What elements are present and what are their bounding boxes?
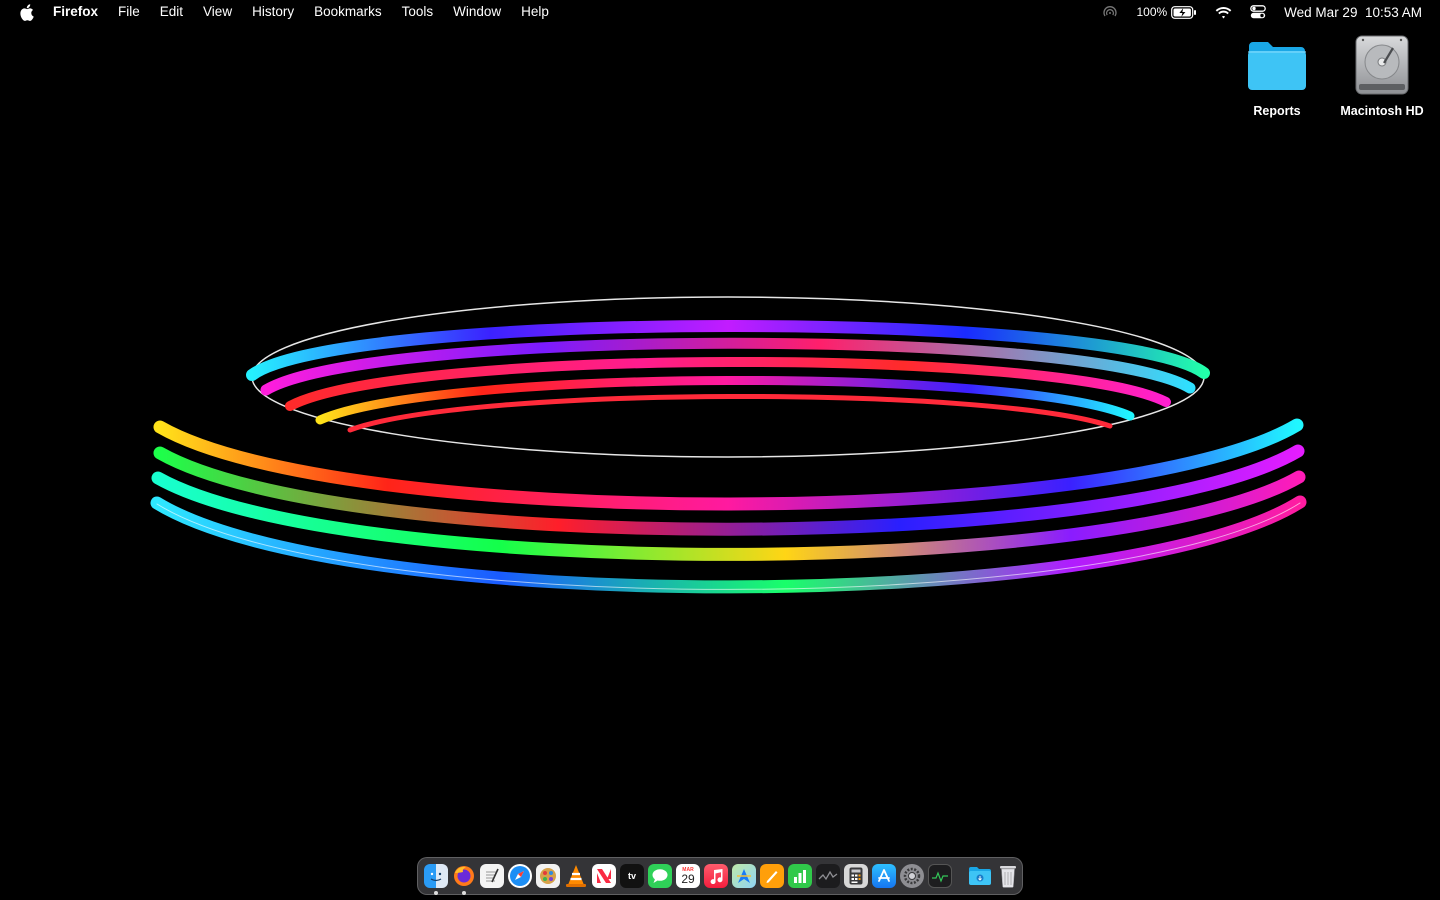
stocks-icon	[816, 864, 840, 888]
menu-window[interactable]: Window	[443, 0, 511, 24]
gear-icon	[900, 864, 924, 888]
menu-help[interactable]: Help	[511, 0, 559, 24]
wallpaper-rings	[140, 270, 1320, 640]
numbers-icon	[788, 864, 812, 888]
desktop-icon-reports[interactable]: Reports	[1227, 32, 1327, 118]
trash-icon	[996, 864, 1020, 888]
running-indicator	[462, 891, 466, 895]
menu-bar-status: 100% Wed Mar 29 10:53 AM	[1093, 0, 1440, 24]
desktop-icon-label: Reports	[1253, 104, 1301, 118]
photo-booth-icon	[536, 864, 560, 888]
dock-firefox[interactable]	[450, 862, 478, 895]
menu-edit[interactable]: Edit	[150, 0, 193, 24]
menu-bar-clock[interactable]: Wed Mar 29 10:53 AM	[1275, 0, 1440, 24]
downloads-folder-icon	[968, 864, 992, 888]
dock-calculator[interactable]	[842, 862, 870, 890]
safari-icon	[508, 864, 532, 888]
menu-file[interactable]: File	[108, 0, 150, 24]
dock-maps[interactable]	[730, 862, 758, 890]
firefox-icon	[452, 864, 476, 888]
dock-trash[interactable]	[994, 862, 1022, 890]
airdrop-icon[interactable]	[1093, 0, 1127, 24]
dock-vlc[interactable]	[562, 862, 590, 890]
dock-activity-monitor[interactable]	[926, 862, 954, 890]
dock-finder[interactable]	[422, 862, 450, 895]
menu-bookmarks[interactable]: Bookmarks	[304, 0, 392, 24]
control-center-icon[interactable]	[1241, 0, 1275, 24]
tv-label: tv	[627, 871, 636, 881]
maps-icon	[732, 864, 756, 888]
dock: tv MAR 29	[417, 857, 1023, 895]
dock-music[interactable]	[702, 862, 730, 890]
dock-app-store[interactable]	[870, 862, 898, 890]
menu-history[interactable]: History	[242, 0, 304, 24]
calendar-icon: MAR 29	[676, 864, 700, 888]
dock-calendar[interactable]: MAR 29	[674, 862, 702, 890]
desktop-icon-macintosh-hd[interactable]: Macintosh HD	[1332, 32, 1432, 118]
dock-safari[interactable]	[506, 862, 534, 890]
hard-drive-icon	[1332, 32, 1432, 98]
menu-tools[interactable]: Tools	[392, 0, 444, 24]
news-icon	[592, 864, 616, 888]
music-icon	[704, 864, 728, 888]
dock-news[interactable]	[590, 862, 618, 890]
apple-menu-icon[interactable]	[0, 0, 52, 24]
apple-tv-icon: tv	[620, 864, 644, 888]
activity-monitor-icon	[928, 864, 952, 888]
battery-charging-icon	[1171, 5, 1197, 19]
calendar-day: 29	[681, 871, 695, 886]
running-indicator	[434, 891, 438, 895]
dock-system-preferences[interactable]	[898, 862, 926, 890]
pages-icon	[760, 864, 784, 888]
messages-icon	[648, 864, 672, 888]
app-store-icon	[872, 864, 896, 888]
calculator-icon	[844, 864, 868, 888]
dock-messages[interactable]	[646, 862, 674, 890]
vlc-cone-icon	[564, 864, 588, 888]
menu-view[interactable]: View	[193, 0, 242, 24]
dock-downloads[interactable]	[966, 862, 994, 890]
dock-stocks[interactable]	[814, 862, 842, 890]
dock-pages[interactable]	[758, 862, 786, 890]
finder-icon	[424, 864, 448, 888]
dock-textedit[interactable]	[478, 862, 506, 890]
menu-app-firefox[interactable]: Firefox	[52, 0, 108, 24]
dock-tv[interactable]: tv	[618, 862, 646, 890]
battery-percent: 100%	[1136, 5, 1168, 19]
dock-photo-booth[interactable]	[534, 862, 562, 890]
folder-icon	[1227, 32, 1327, 98]
wifi-icon[interactable]	[1206, 0, 1241, 24]
dock-numbers[interactable]	[786, 862, 814, 890]
menu-bar-left: Firefox File Edit View History Bookmarks…	[0, 0, 559, 24]
textedit-icon	[480, 864, 504, 888]
menu-bar: Firefox File Edit View History Bookmarks…	[0, 0, 1440, 24]
desktop-icon-label: Macintosh HD	[1340, 104, 1424, 118]
battery-status[interactable]: 100%	[1127, 0, 1206, 24]
